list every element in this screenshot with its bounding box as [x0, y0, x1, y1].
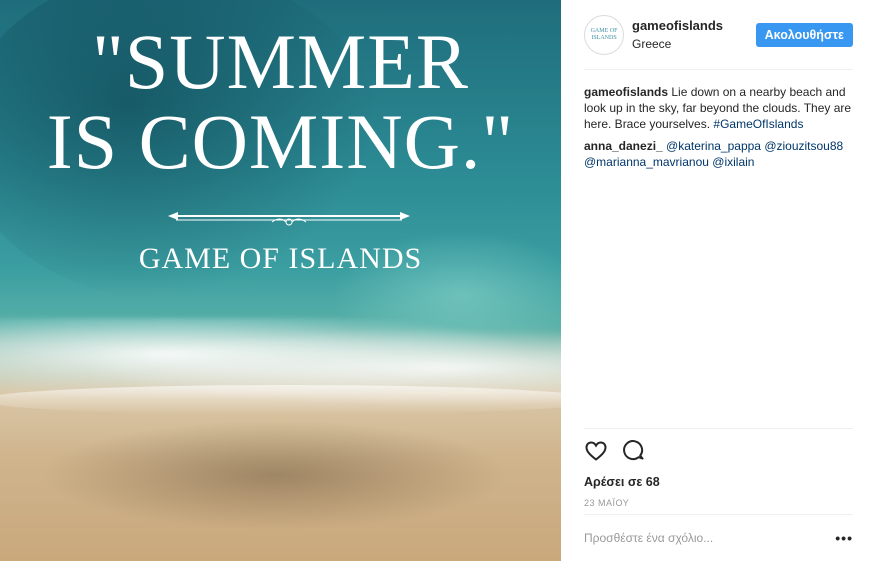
- post-image[interactable]: "SUMMER IS COMING." GAME OF ISLANDS: [0, 0, 561, 561]
- avatar-text: GAME OF ISLANDS: [590, 28, 618, 41]
- image-brand: GAME OF ISLANDS: [138, 242, 423, 275]
- comment-mention[interactable]: @marianna_mavrianou: [584, 155, 709, 169]
- comments-list: gameofislands Lie down on a nearby beach…: [584, 70, 853, 170]
- follow-button[interactable]: Ακολουθήστε: [755, 22, 853, 47]
- caption-hashtag[interactable]: #GameOfIslands: [713, 117, 803, 131]
- comment-mention[interactable]: @ixilain: [712, 155, 754, 169]
- caption-username[interactable]: gameofislands: [584, 85, 668, 99]
- comment-item: anna_danezi_ @katerina_pappa @ziouzitsou…: [584, 138, 853, 170]
- caption: gameofislands Lie down on a nearby beach…: [584, 84, 853, 132]
- headline-line-1: "SUMMER: [92, 18, 469, 105]
- headline-line-2: IS COMING.": [46, 97, 515, 185]
- author-username[interactable]: gameofislands: [632, 18, 756, 33]
- add-comment-section: •••: [584, 514, 853, 561]
- post-date[interactable]: 23 ΜΑΪΟΥ: [584, 498, 853, 508]
- post-actions: Αρέσει σε 68 23 ΜΑΪΟΥ: [584, 428, 853, 508]
- post-header: GAME OF ISLANDS gameofislands Greece Ακο…: [584, 0, 853, 70]
- ornament-divider-icon: [168, 212, 410, 226]
- location-link[interactable]: Greece: [632, 37, 756, 51]
- image-headline: "SUMMER IS COMING.": [0, 22, 561, 181]
- comment-input[interactable]: [584, 531, 784, 545]
- action-icons: [584, 439, 853, 463]
- shore-foam: [0, 385, 561, 415]
- instagram-post: "SUMMER IS COMING." GAME OF ISLANDS GAME…: [0, 0, 873, 561]
- heart-icon[interactable]: [584, 439, 608, 463]
- dragon-shadow: [40, 420, 510, 530]
- likes-count[interactable]: Αρέσει σε 68: [584, 475, 853, 489]
- comment-mention[interactable]: @katerina_pappa: [666, 139, 761, 153]
- more-options-icon[interactable]: •••: [835, 531, 853, 545]
- post-side-panel: GAME OF ISLANDS gameofislands Greece Ακο…: [561, 0, 873, 561]
- avatar[interactable]: GAME OF ISLANDS: [584, 14, 624, 55]
- comment-username[interactable]: anna_danezi_: [584, 139, 663, 153]
- comment-mention[interactable]: @ziouzitsou88: [764, 139, 843, 153]
- author-info: gameofislands Greece: [632, 18, 756, 51]
- comment-bubble-icon[interactable]: [622, 439, 646, 463]
